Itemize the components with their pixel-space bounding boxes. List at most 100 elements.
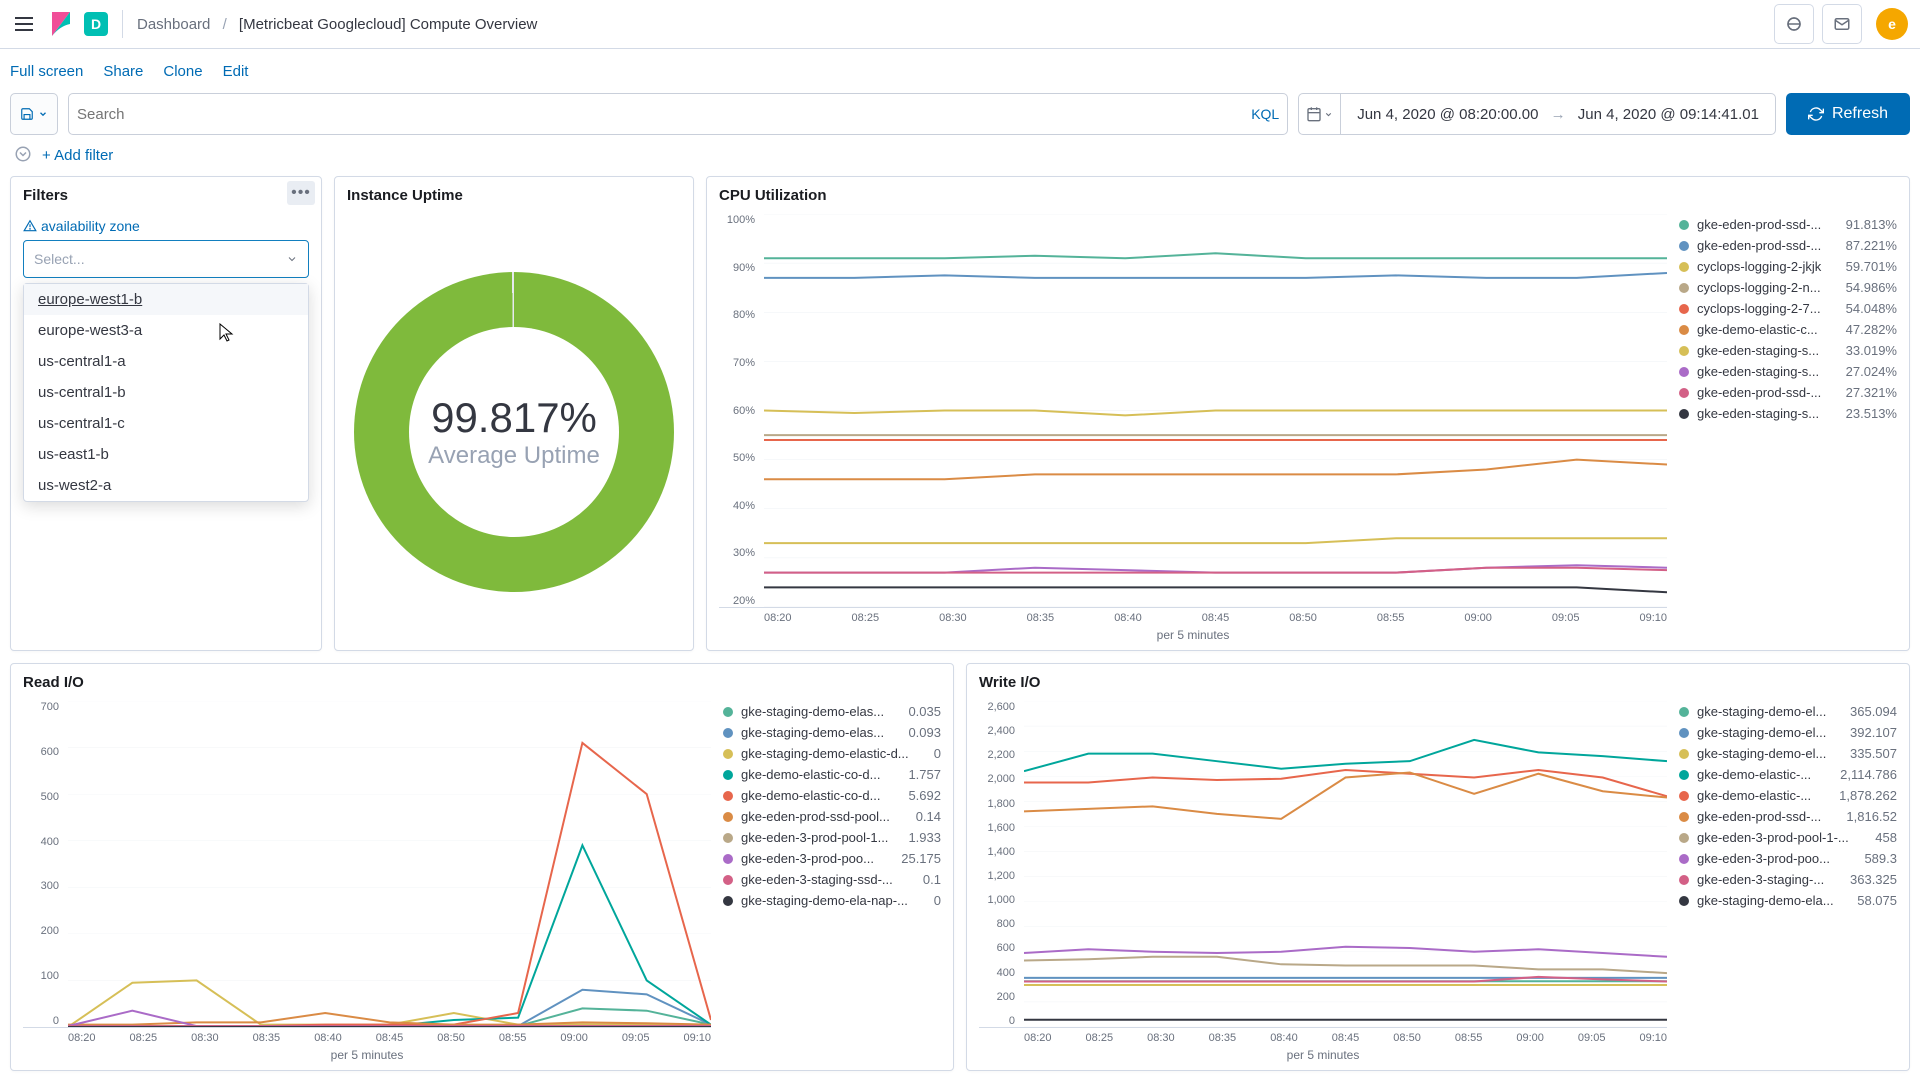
calendar-icon: [1306, 106, 1322, 122]
fullscreen-link[interactable]: Full screen: [10, 63, 83, 80]
date-from: Jun 4, 2020 @ 08:20:00.00: [1357, 106, 1538, 123]
newsfeed-icon[interactable]: [1774, 4, 1814, 44]
x-axis-ticks: 08:2008:2508:3008:3508:4008:4508:5008:55…: [719, 608, 1667, 624]
legend-item[interactable]: gke-eden-staging-s...33.019%: [1679, 340, 1897, 361]
query-bar: KQL Jun 4, 2020 @ 08:20:00.00 → Jun 4, 2…: [0, 93, 1920, 145]
dropdown-option[interactable]: us-central1-c: [24, 408, 308, 439]
legend-item[interactable]: gke-staging-demo-el...335.507: [1679, 743, 1897, 764]
legend-item[interactable]: gke-eden-prod-ssd-...91.813%: [1679, 214, 1897, 235]
panel-title: Instance Uptime: [335, 177, 693, 214]
filter-settings-icon[interactable]: [14, 145, 32, 166]
legend-item[interactable]: gke-staging-demo-elastic-d...0: [723, 743, 941, 764]
dropdown-option[interactable]: us-west2-a: [24, 470, 308, 501]
dropdown-option[interactable]: us-central1-b: [24, 377, 308, 408]
x-axis-ticks: 08:2008:2508:3008:3508:4008:4508:5008:55…: [23, 1028, 711, 1044]
legend-item[interactable]: gke-demo-elastic-co-d...5.692: [723, 785, 941, 806]
panel-instance-uptime: Instance Uptime 99.817% Average Uptime: [334, 176, 694, 651]
date-range[interactable]: Jun 4, 2020 @ 08:20:00.00 → Jun 4, 2020 …: [1341, 106, 1775, 123]
legend-item[interactable]: gke-eden-3-prod-pool-1-...458: [1679, 827, 1897, 848]
legend-item[interactable]: cyclops-logging-2-n...54.986%: [1679, 277, 1897, 298]
cpu-chart[interactable]: 100%90%80%70%60%50%40%30%20%: [719, 214, 1667, 608]
mail-icon[interactable]: [1822, 4, 1862, 44]
uptime-label: Average Uptime: [428, 442, 600, 470]
panel-write-io: Write I/O 2,6002,4002,2002,0001,8001,600…: [966, 663, 1910, 1071]
breadcrumb-root[interactable]: Dashboard: [137, 16, 210, 33]
solution-badge[interactable]: D: [84, 12, 108, 36]
dropdown-option[interactable]: us-east1-b: [24, 439, 308, 470]
legend-item[interactable]: gke-demo-elastic-...1,878.262: [1679, 785, 1897, 806]
legend-item[interactable]: gke-demo-elastic-c...47.282%: [1679, 319, 1897, 340]
legend-item[interactable]: gke-demo-elastic-...2,114.786: [1679, 764, 1897, 785]
dropdown-option[interactable]: europe-west3-a: [24, 315, 308, 346]
legend-item[interactable]: gke-staging-demo-ela-nap-...0: [723, 890, 941, 911]
legend-item[interactable]: gke-eden-3-prod-pool-1...1.933: [723, 827, 941, 848]
read-chart[interactable]: 7006005004003002001000: [23, 701, 711, 1028]
x-axis-label: per 5 minutes: [979, 1044, 1667, 1062]
dropdown-option[interactable]: us-central1-a: [24, 346, 308, 377]
read-legend: gke-staging-demo-elas...0.035gke-staging…: [711, 701, 941, 1062]
avatar[interactable]: e: [1876, 8, 1908, 40]
legend-item[interactable]: cyclops-logging-2-jkjk59.701%: [1679, 256, 1897, 277]
search-input[interactable]: [77, 106, 1241, 123]
legend-item[interactable]: gke-eden-staging-s...27.024%: [1679, 361, 1897, 382]
legend-item[interactable]: gke-eden-prod-ssd-...87.221%: [1679, 235, 1897, 256]
share-link[interactable]: Share: [103, 63, 143, 80]
dashboard-panels: Filters ••• availability zone Select... …: [0, 176, 1920, 1071]
legend-item[interactable]: gke-staging-demo-el...392.107: [1679, 722, 1897, 743]
field-label-text: availability zone: [41, 218, 140, 234]
divider: [122, 10, 123, 38]
panel-title: Filters: [11, 177, 321, 214]
filter-field-label: availability zone: [23, 218, 309, 234]
panel-title: Write I/O: [967, 664, 1909, 701]
x-axis-label: per 5 minutes: [719, 624, 1667, 642]
legend-item[interactable]: gke-staging-demo-elas...0.035: [723, 701, 941, 722]
legend-item[interactable]: gke-eden-prod-ssd-...27.321%: [1679, 382, 1897, 403]
legend-item[interactable]: gke-staging-demo-elas...0.093: [723, 722, 941, 743]
legend-item[interactable]: cyclops-logging-2-7...54.048%: [1679, 298, 1897, 319]
edit-link[interactable]: Edit: [223, 63, 249, 80]
calendar-button[interactable]: [1299, 94, 1341, 134]
panel-menu-icon[interactable]: •••: [287, 181, 315, 205]
cursor-icon: [219, 323, 235, 347]
legend-item[interactable]: gke-demo-elastic-co-d...1.757: [723, 764, 941, 785]
legend-item[interactable]: gke-eden-staging-s...23.513%: [1679, 403, 1897, 424]
panel-title: CPU Utilization: [707, 177, 1909, 214]
date-picker: Jun 4, 2020 @ 08:20:00.00 → Jun 4, 2020 …: [1298, 93, 1776, 135]
panel-title: Read I/O: [11, 664, 953, 701]
saved-query-button[interactable]: [10, 93, 58, 135]
panel-read-io: Read I/O 7006005004003002001000 08:2008:…: [10, 663, 954, 1071]
availability-zone-dropdown: europe-west1-beurope-west3-aus-central1-…: [23, 283, 309, 502]
uptime-value: 99.817%: [431, 394, 597, 442]
refresh-button[interactable]: Refresh: [1786, 93, 1910, 135]
kibana-logo-icon[interactable]: [52, 12, 72, 36]
legend-item[interactable]: gke-eden-prod-ssd-pool...0.14: [723, 806, 941, 827]
legend-item[interactable]: gke-eden-3-prod-poo...589.3: [1679, 848, 1897, 869]
add-filter-button[interactable]: + Add filter: [42, 147, 113, 164]
legend-item[interactable]: gke-staging-demo-ela...58.075: [1679, 890, 1897, 911]
clone-link[interactable]: Clone: [163, 63, 202, 80]
chevron-down-icon: [1324, 110, 1333, 119]
hamburger-icon[interactable]: [12, 12, 36, 36]
cpu-legend: gke-eden-prod-ssd-...91.813%gke-eden-pro…: [1667, 214, 1897, 642]
panel-cpu-utilization: CPU Utilization 100%90%80%70%60%50%40%30…: [706, 176, 1910, 651]
write-chart[interactable]: 2,6002,4002,2002,0001,8001,6001,4001,200…: [979, 701, 1667, 1028]
arrow-icon: →: [1551, 106, 1566, 123]
select-placeholder: Select...: [34, 251, 85, 267]
legend-item[interactable]: gke-eden-3-staging-...363.325: [1679, 869, 1897, 890]
filter-bar: + Add filter: [0, 145, 1920, 176]
dashboard-actions: Full screen Share Clone Edit: [0, 49, 1920, 93]
breadcrumb-separator: /: [223, 16, 227, 33]
topbar: D Dashboard / [Metricbeat Googlecloud] C…: [0, 0, 1920, 49]
availability-zone-select[interactable]: Select...: [23, 240, 309, 278]
legend-item[interactable]: gke-eden-3-staging-ssd-...0.1: [723, 869, 941, 890]
legend-item[interactable]: gke-eden-3-prod-poo...25.175: [723, 848, 941, 869]
search-input-wrapper: KQL: [68, 93, 1288, 135]
uptime-donut: 99.817% Average Uptime: [335, 214, 693, 650]
legend-item[interactable]: gke-staging-demo-el...365.094: [1679, 701, 1897, 722]
legend-item[interactable]: gke-eden-prod-ssd-...1,816.52: [1679, 806, 1897, 827]
refresh-label: Refresh: [1832, 105, 1888, 123]
dropdown-option[interactable]: europe-west1-b: [24, 284, 308, 315]
x-axis-label: per 5 minutes: [23, 1044, 711, 1062]
kql-toggle[interactable]: KQL: [1241, 106, 1279, 122]
warning-icon: [23, 219, 37, 233]
